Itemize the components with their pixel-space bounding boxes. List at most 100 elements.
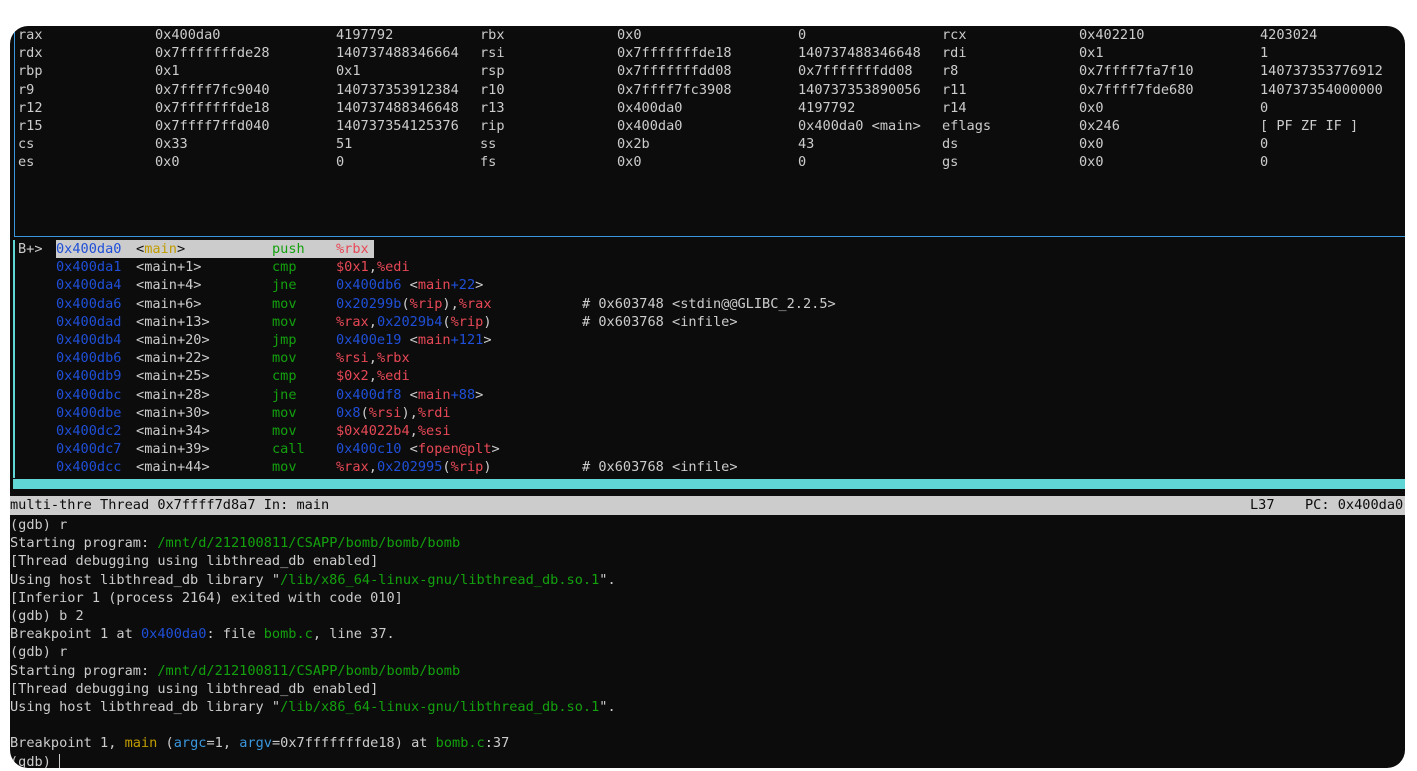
status-thread: multi-thre Thread 0x7ffff7d8a7 In: main (10, 497, 330, 513)
register-hex: 0x402210 (1079, 27, 1145, 43)
register-hex: 0x33 (155, 136, 188, 153)
register-name: rip (480, 118, 505, 134)
asm-symbol: <main+6> (136, 295, 202, 312)
asm-mnemonic: call (272, 441, 305, 458)
gdb-output-line: [Thread debugging using libthread_db ena… (10, 680, 379, 697)
asm-mnemonic: cmp (272, 368, 297, 385)
asm-operands: $0x1,%edi (336, 259, 410, 276)
register-value: 0 (1260, 154, 1269, 171)
asm-symbol: <main+39> (136, 441, 210, 458)
asm-line: 0x400dc2 <main+34> mov $0x4022b4,%esi (10, 422, 1405, 440)
register-value: 0x400da0 <main> (798, 118, 921, 134)
register-name: rbx (480, 27, 505, 43)
register-hex: 0x0 (617, 27, 642, 43)
register-name: fs (480, 154, 497, 171)
asm-operands: $0x2,%edi (336, 368, 410, 385)
register-value: 140737353890056 (798, 81, 921, 98)
asm-address: 0x400dc2 (56, 423, 122, 439)
gdb-output-line: Breakpoint 1 at 0x400da0: file bomb.c, l… (10, 626, 395, 643)
register-row: rax 0x400da0 4197792 rbx 0x0 0 rcx 0x402210 4203… (10, 26, 1405, 44)
register-hex: 0x0 (617, 154, 642, 171)
register-value: 0 (798, 154, 807, 171)
asm-address: 0x400dc7 (56, 441, 122, 458)
register-row: cs 0x33 51 ss 0x2b 43 ds 0x0 0 (10, 135, 1405, 153)
gdb-output-line: Starting program: /mnt/d/212100811/CSAPP… (10, 535, 461, 552)
asm-mnemonic: jmp (272, 332, 297, 348)
asm-operands: 0x400db6 <main+22> (336, 277, 484, 294)
register-name: rbp (18, 63, 43, 80)
register-row: r9 0x7ffff7fc9040 140737353912384 r10 0x7fff… (10, 81, 1405, 99)
asm-mnemonic: cmp (272, 259, 297, 276)
register-value: 0 (798, 27, 807, 43)
text-cursor (59, 753, 61, 768)
asm-mnemonic: mov (272, 423, 297, 439)
asm-address: 0x400dbc (56, 386, 122, 403)
asm-symbol: <main+4> (136, 277, 202, 294)
register-hex: 0x1 (1079, 45, 1104, 62)
gdb-output-line: (gdb) r (10, 644, 68, 661)
asm-mnemonic: mov (272, 350, 297, 367)
register-row: es 0x0 0 fs 0x0 0 gs 0x0 0 (10, 153, 1405, 171)
register-hex: 0x7fffffffde18 (155, 99, 270, 116)
register-value: 0 (1260, 99, 1269, 116)
asm-address: 0x400dad (56, 313, 122, 330)
register-name: r11 (942, 81, 967, 98)
asm-operands: %rax,0x202995(%rip) (336, 459, 492, 476)
asm-mnemonic: mov (272, 313, 297, 330)
register-name: r13 (480, 99, 505, 116)
asm-operands: 0x20299b(%rip),%rax (336, 295, 492, 312)
register-name: r15 (18, 118, 43, 134)
asm-line: 0x400db9 <main+25> cmp $0x2,%edi (10, 367, 1405, 385)
gdb-output-line: (gdb) r (10, 517, 68, 533)
register-row: rdx 0x7fffffffde28 140737488346664 rsi 0x7ff… (10, 44, 1405, 62)
asm-line: 0x400da1 <main+1> cmp $0x1,%edi (10, 258, 1405, 276)
asm-line: 0x400da6 <main+6> mov 0x20299b(%rip),%rax # … (10, 295, 1405, 313)
register-name: r12 (18, 99, 43, 116)
asm-line: 0x400da4 <main+4> jne 0x400db6 <main+22> (10, 276, 1405, 294)
register-value: 0x1 (336, 63, 361, 80)
register-hex: 0x0 (1079, 99, 1104, 116)
register-value: 140737354000000 (1260, 81, 1383, 98)
register-name: r8 (942, 63, 959, 80)
asm-line: B+> 0x400da0 <main> push %rbx (10, 240, 1405, 259)
register-name: gs (942, 154, 959, 171)
asm-operands: %rax,0x2029b4(%rip) (336, 313, 492, 330)
register-value: [ PF ZF IF ] (1260, 118, 1359, 134)
asm-symbol: <main+22> (136, 350, 210, 367)
register-hex: 0x400da0 (155, 27, 221, 43)
register-name: eflags (942, 118, 992, 134)
asm-mnemonic: mov (272, 295, 297, 312)
gdb-output-line: (gdb) (10, 753, 61, 768)
register-name: rsi (480, 45, 505, 62)
terminal-window: rax 0x400da0 4197792 rbx 0x0 0 rcx 0x402210 4203… (10, 26, 1405, 768)
asm-address: 0x400da1 (56, 259, 122, 276)
command-pane[interactable]: (gdb) r Starting program: /mnt/d/21210081… (10, 516, 1405, 768)
asm-line: 0x400dad <main+13> mov %rax,0x2029b4(%rip) #… (10, 313, 1405, 331)
register-value: 51 (336, 136, 353, 153)
register-hex: 0x7ffff7ffd040 (155, 118, 270, 134)
asm-operands: 0x8(%rsi),%rdi (336, 404, 451, 421)
asm-mnemonic: jne (272, 277, 297, 294)
asm-symbol: <main+28> (136, 386, 210, 403)
gdb-output-line: (gdb) b 2 (10, 608, 84, 624)
breakpoint-marker: B+> (18, 241, 43, 257)
register-hex: 0x7fffffffdd08 (617, 63, 732, 80)
asm-mnemonic: push (272, 241, 305, 257)
asm-comment: # 0x603768 <infile> (582, 313, 738, 330)
register-value: 4203024 (1260, 27, 1318, 43)
register-name: ss (480, 136, 497, 153)
asm-symbol: <main+44> (136, 459, 210, 476)
register-hex: 0x0 (155, 154, 180, 171)
asm-address: 0x400da6 (56, 295, 122, 312)
asm-mnemonic: jne (272, 386, 297, 403)
status-pc: PC: 0x400da0 (1305, 497, 1404, 513)
register-value: 140737488346664 (336, 45, 459, 62)
gdb-output-line: [Inferior 1 (process 2164) exited with c… (10, 589, 403, 606)
asm-symbol: <main+13> (136, 313, 210, 330)
register-hex: 0x400da0 (617, 99, 683, 116)
register-value: 0x7fffffffdd08 (798, 63, 913, 80)
register-hex: 0x1 (155, 63, 180, 80)
register-name: ds (942, 136, 959, 153)
status-bar: multi-thre Thread 0x7ffff7d8a7 In: main … (10, 496, 1405, 515)
asm-address: 0x400db4 (56, 332, 122, 348)
